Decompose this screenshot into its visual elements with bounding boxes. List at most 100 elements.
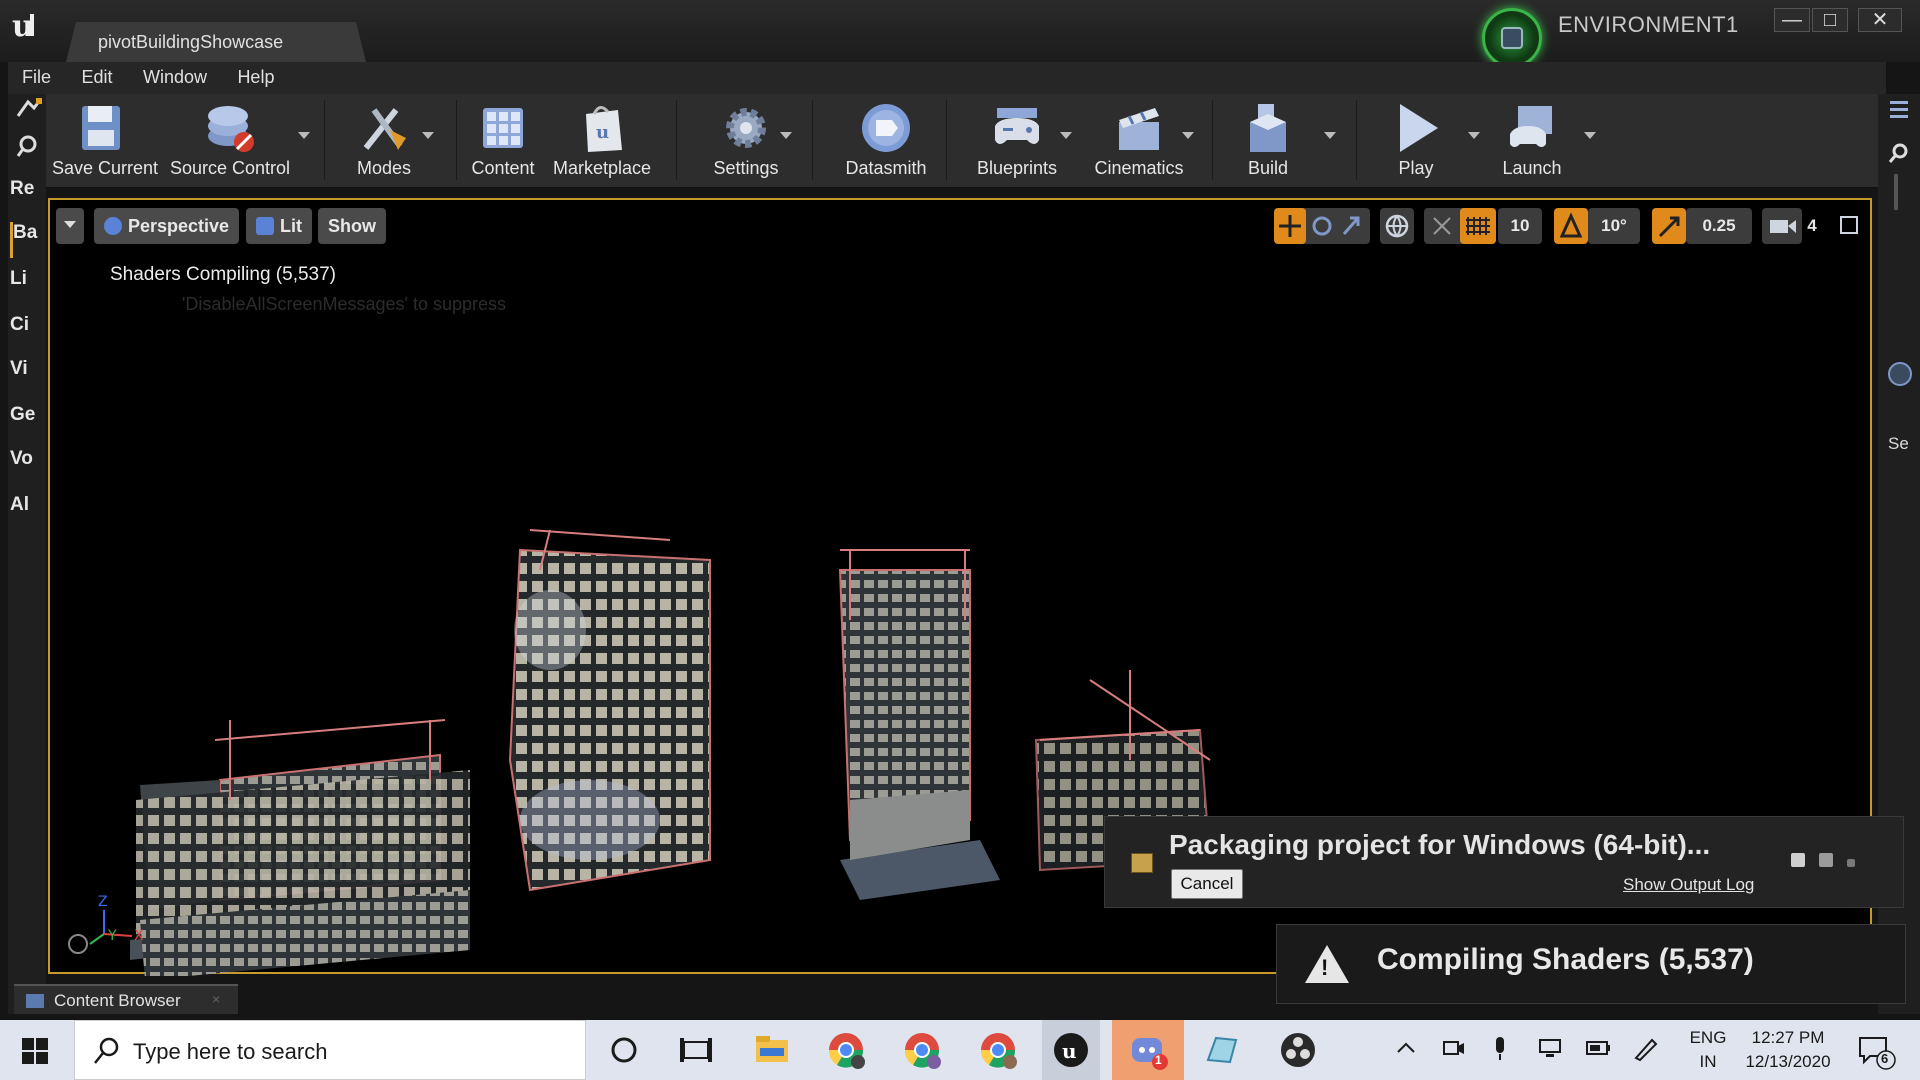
info-icon[interactable] — [1888, 362, 1912, 386]
notification-count: 6 — [1881, 1051, 1889, 1066]
left-tab-geometry[interactable]: Ge — [10, 404, 44, 440]
save-current-label: Save Current — [52, 158, 159, 178]
task-view-icon[interactable] — [676, 1030, 716, 1070]
menu-window[interactable]: Window — [129, 62, 219, 94]
menu-help[interactable]: Help — [223, 62, 286, 94]
build-label: Build — [1247, 158, 1289, 178]
menu-edit[interactable]: Edit — [67, 62, 124, 94]
obs-icon[interactable] — [1278, 1030, 1318, 1070]
search-icon[interactable] — [1888, 142, 1910, 164]
app-icon[interactable] — [1202, 1030, 1242, 1070]
cinematics-button[interactable]: Cinematics — [1084, 94, 1194, 188]
unreal-logo-icon[interactable]: u — [8, 6, 48, 46]
content-browser-label: Content Browser — [54, 991, 181, 1010]
left-tab-lights[interactable]: Li — [10, 268, 44, 304]
right-panel-tab[interactable]: Se — [1888, 434, 1909, 454]
search-icon[interactable] — [16, 134, 38, 158]
document-tab[interactable]: pivotBuildingShowcase — [66, 22, 366, 62]
blueprints-label: Blueprints — [976, 158, 1058, 178]
left-tab-recent[interactable]: Re — [10, 178, 44, 214]
content-button[interactable]: Content — [466, 94, 540, 188]
network-icon[interactable] — [1536, 1034, 1564, 1062]
maximize-button[interactable]: □ — [1812, 8, 1848, 32]
environment-badge-icon[interactable] — [1482, 8, 1542, 68]
marketplace-button[interactable]: u Marketplace — [550, 94, 654, 188]
play-dropdown-icon[interactable] — [1468, 132, 1480, 139]
package-icon — [1131, 853, 1153, 873]
launch-dropdown-icon[interactable] — [1584, 132, 1596, 139]
chrome-profile-icon[interactable] — [978, 1030, 1018, 1070]
list-icon[interactable] — [1888, 98, 1910, 120]
cortana-icon[interactable] — [604, 1030, 644, 1070]
build-button[interactable]: Build — [1226, 94, 1310, 188]
windows-taskbar: Type here to search u 1 ENG IN 12:27 PM … — [0, 1020, 1920, 1080]
blueprints-gamepad-icon — [995, 108, 1039, 144]
source-control-icon — [208, 106, 254, 152]
source-control-button[interactable]: Source Control — [170, 94, 290, 188]
packaging-title: Packaging project for Windows (64-bit)..… — [1169, 829, 1711, 860]
source-control-dropdown-icon[interactable] — [298, 132, 310, 139]
chrome-n-icon[interactable] — [826, 1030, 866, 1070]
chevron-up-icon[interactable] — [1392, 1034, 1420, 1062]
discord-taskbar-button[interactable]: 1 — [1112, 1020, 1184, 1080]
battery-icon[interactable] — [1584, 1034, 1612, 1062]
svg-text:u: u — [1062, 1039, 1077, 1063]
scrollbar[interactable] — [1894, 174, 1898, 210]
clock-date[interactable]: 12/13/2020 — [1738, 1052, 1838, 1072]
svg-text:X: X — [134, 928, 144, 944]
cinematics-dropdown-icon[interactable] — [1182, 132, 1194, 139]
close-button[interactable]: ✕ — [1858, 8, 1902, 32]
minimize-button[interactable]: — — [1774, 8, 1810, 32]
datasmith-button[interactable]: Datasmith — [834, 94, 938, 188]
unreal-taskbar-button[interactable]: u — [1042, 1020, 1100, 1080]
pen-icon[interactable] — [1632, 1034, 1660, 1062]
save-current-button[interactable]: Save Current — [52, 94, 159, 188]
packaging-notification: Packaging project for Windows (64-bit)..… — [1104, 816, 1904, 908]
axis-gizmo: Z Y X — [89, 894, 144, 945]
file-explorer-icon[interactable] — [752, 1030, 792, 1070]
menu-bar: File Edit Window Help — [8, 62, 1886, 94]
compiling-shaders-title: Compiling Shaders (5,537) — [1377, 943, 1754, 976]
launch-button[interactable]: Launch — [1490, 94, 1574, 188]
left-tab-cinematic[interactable]: Ci — [10, 314, 44, 350]
content-browser-tab[interactable]: Content Browser × — [14, 984, 238, 1014]
action-center-icon[interactable]: 6 — [1856, 1034, 1896, 1070]
windows-start-icon[interactable] — [22, 1038, 48, 1069]
taskbar-search-box[interactable]: Type here to search — [74, 1020, 586, 1080]
save-icon — [82, 106, 120, 150]
left-tab-visual-effects[interactable]: Vi — [10, 358, 44, 394]
launch-icon — [1510, 106, 1552, 147]
play-button[interactable]: Play — [1374, 94, 1458, 188]
discord-badge: 1 — [1155, 1053, 1162, 1067]
throbber-dot — [1819, 853, 1833, 867]
left-tab-basic[interactable]: Ba — [10, 222, 44, 258]
blueprints-dropdown-icon[interactable] — [1060, 132, 1072, 139]
show-output-log-link[interactable]: Show Output Log — [1623, 875, 1754, 895]
meet-now-icon[interactable] — [1438, 1034, 1466, 1062]
language-top[interactable]: ENG — [1684, 1028, 1732, 1048]
throbber-dot — [1847, 859, 1855, 867]
gear-icon — [726, 108, 766, 148]
settings-button[interactable]: Settings — [704, 94, 788, 188]
build-dropdown-icon[interactable] — [1324, 132, 1336, 139]
title-bar: u pivotBuildingShowcase ENVIRONMENT1 — □… — [0, 0, 1920, 68]
menu-file[interactable]: File — [8, 62, 63, 94]
close-icon[interactable]: × — [212, 991, 220, 1007]
content-label: Content — [471, 158, 535, 178]
search-placeholder: Type here to search — [133, 1039, 328, 1064]
modes-dropdown-icon[interactable] — [422, 132, 434, 139]
toolbar-separator — [812, 100, 813, 180]
modes-button[interactable]: Modes — [342, 94, 426, 188]
svg-text:Y: Y — [107, 928, 117, 944]
settings-dropdown-icon[interactable] — [780, 132, 792, 139]
viewport-help-icon[interactable] — [68, 934, 88, 954]
language-bottom[interactable]: IN — [1684, 1052, 1732, 1072]
left-tab-all-classes[interactable]: Al — [10, 494, 44, 530]
blueprints-button[interactable]: Blueprints — [962, 94, 1072, 188]
microphone-icon[interactable] — [1486, 1034, 1514, 1062]
cancel-button[interactable]: Cancel — [1171, 869, 1243, 899]
chrome-p-icon[interactable] — [902, 1030, 942, 1070]
left-tab-volumes[interactable]: Vo — [10, 448, 44, 484]
clock-time[interactable]: 12:27 PM — [1738, 1028, 1838, 1048]
place-mode-icon[interactable] — [14, 98, 42, 120]
